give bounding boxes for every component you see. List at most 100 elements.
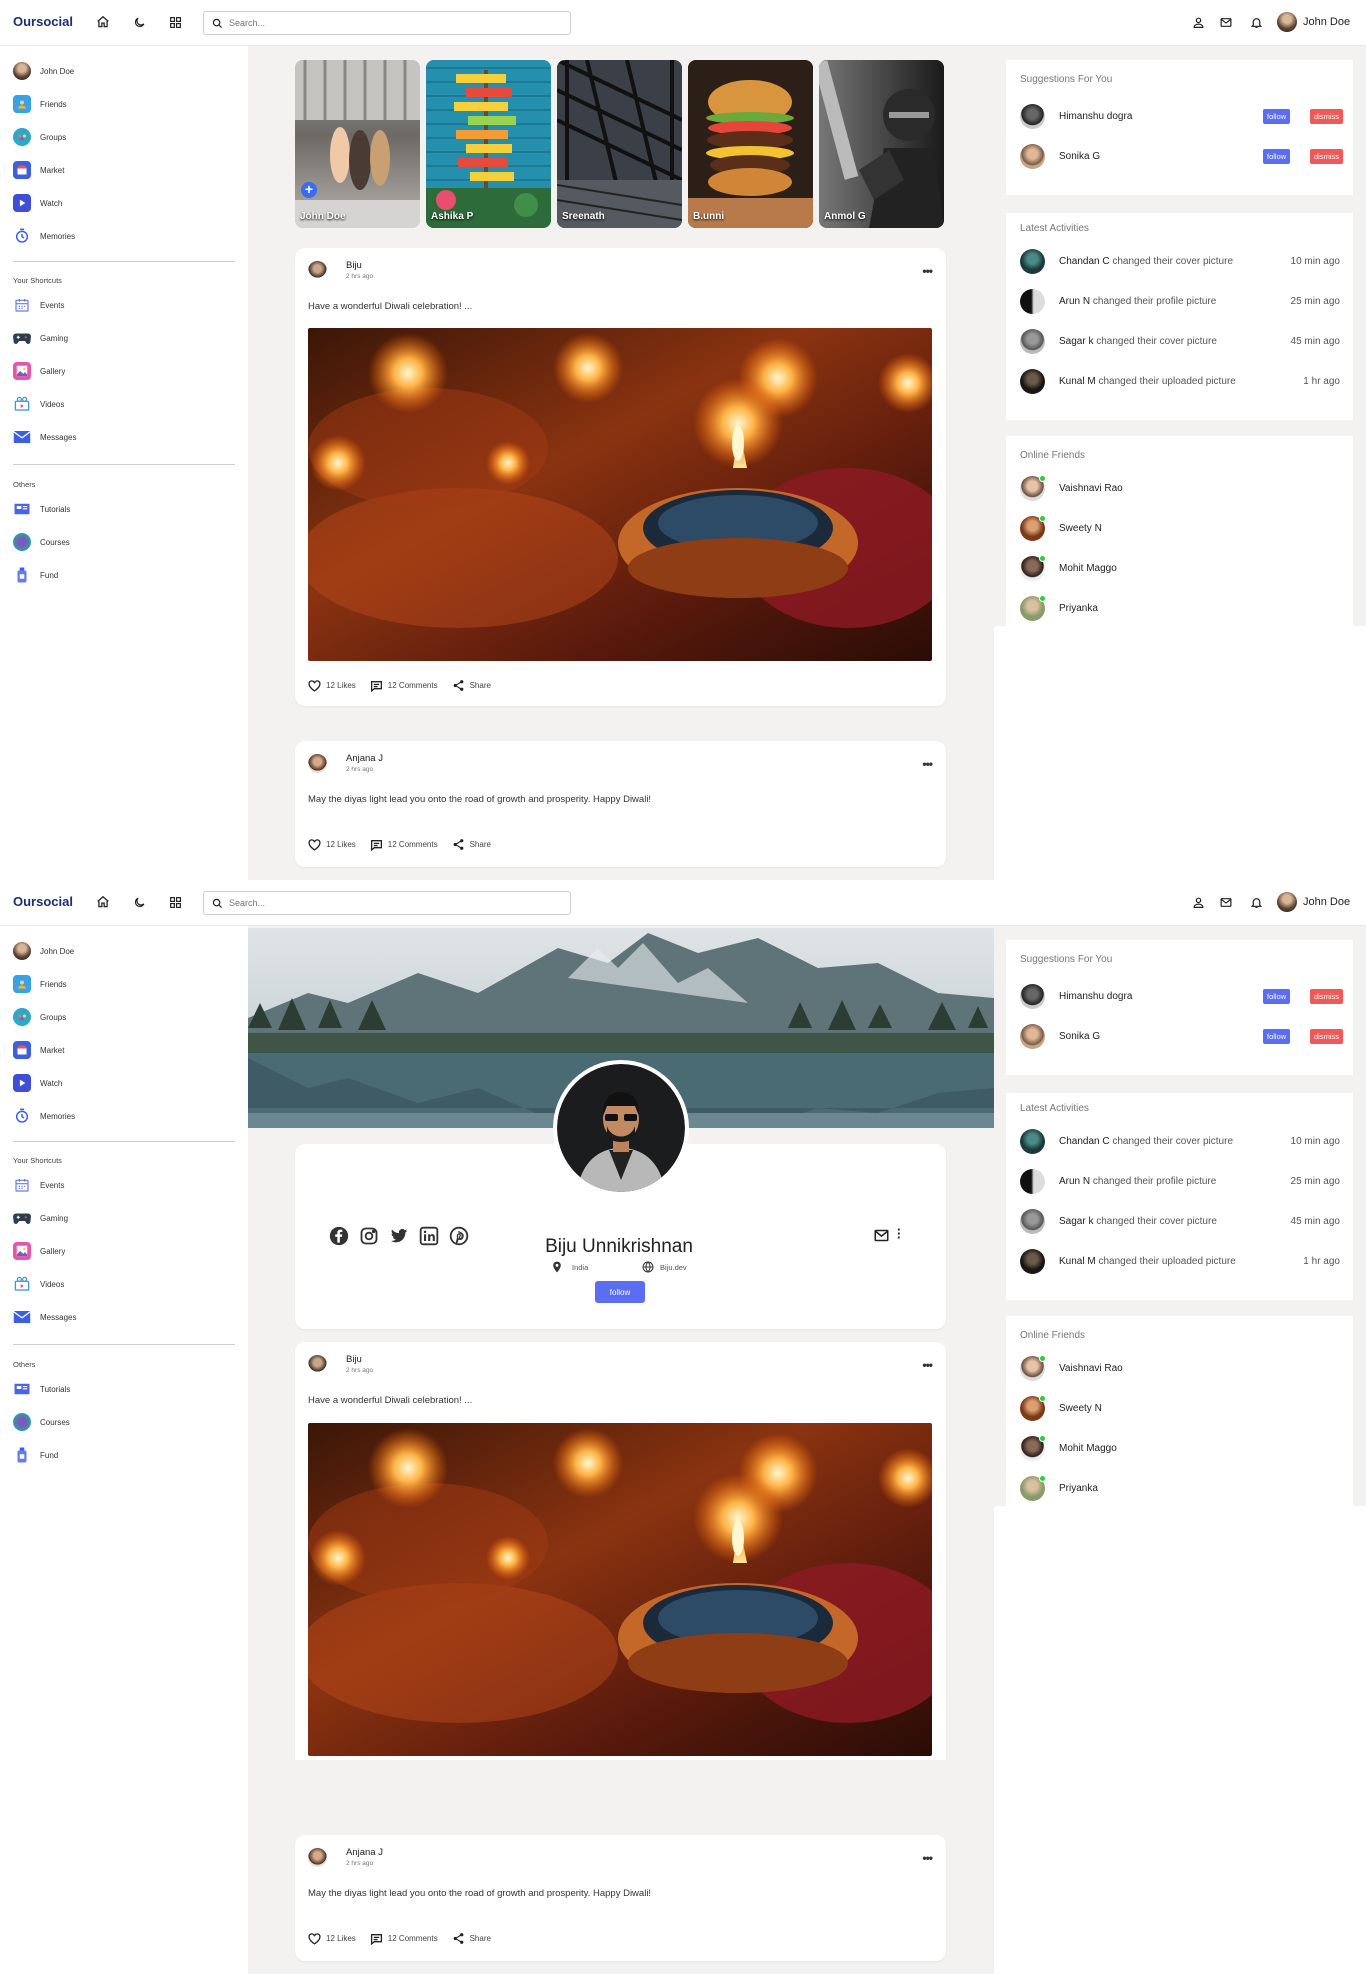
post-image[interactable] [308,1423,932,1756]
follow-button[interactable]: follow [1263,149,1291,164]
sidebar-item-gallery[interactable]: Gallery [13,362,65,380]
post-author[interactable]: Biju [346,260,373,271]
dark-mode-moon-icon[interactable] [130,893,148,911]
more-options-icon[interactable]: ••• [922,1358,933,1372]
online-friend-row[interactable]: Vaishnavi Rao [1020,475,1340,501]
author-avatar[interactable] [308,260,327,280]
apps-grid-icon[interactable] [166,13,184,31]
search-input[interactable] [229,898,549,908]
like-button[interactable]: 12 Likes [308,1932,356,1945]
online-friend-row[interactable]: Sweety N [1020,515,1340,541]
more-options-icon[interactable]: ••• [922,1851,933,1865]
like-button[interactable]: 12 Likes [308,679,356,692]
share-button[interactable]: Share [452,679,491,692]
follow-button[interactable]: follow [1263,109,1291,124]
comment-button[interactable]: 12 Comments [370,839,438,851]
sidebar-item-memories[interactable]: Memories [13,227,75,245]
activity-name[interactable]: Arun N [1059,296,1090,307]
sidebar-item-friends[interactable]: Friends [13,975,67,993]
author-avatar[interactable] [308,753,327,773]
dark-mode-moon-icon[interactable] [130,13,148,31]
online-friend-row[interactable]: Sweety N [1020,1395,1340,1421]
home-icon[interactable] [94,893,112,911]
profile-person-icon[interactable] [1189,13,1207,31]
activity-name[interactable]: Sagar k [1059,1216,1093,1227]
follow-button[interactable]: follow [1263,1029,1291,1044]
story-card[interactable]: Sreenath [557,60,682,228]
story-card[interactable]: B.unni [688,60,813,228]
sidebar-item-tutorials[interactable]: Tutorials [13,1380,70,1398]
online-friend-row[interactable]: Priyanka [1020,1475,1340,1501]
dismiss-button[interactable]: dismiss [1310,149,1344,164]
sidebar-item-memories[interactable]: Memories [13,1107,75,1125]
sidebar-item-gaming[interactable]: Gaming [13,329,68,347]
pinterest-icon[interactable] [449,1226,469,1246]
activity-name[interactable]: Sagar k [1059,336,1093,347]
search-input[interactable] [229,18,549,28]
person-avatar[interactable] [1020,369,1045,394]
more-options-icon[interactable]: ••• [922,264,933,278]
person-avatar[interactable] [1020,104,1045,129]
profile-website[interactable]: Biju.dev [642,1261,687,1273]
facebook-icon[interactable] [329,1226,349,1246]
post-author[interactable]: Biju [346,1354,373,1365]
sidebar-item-profile[interactable]: John Doe [13,62,74,80]
profile-follow-button[interactable]: follow [595,1281,645,1303]
sidebar-item-messages[interactable]: Messages [13,1308,76,1326]
post-image[interactable] [308,328,932,661]
person-name[interactable]: Sonika G [1059,151,1100,162]
sidebar-item-watch[interactable]: Watch [13,194,62,212]
online-friend-row[interactable]: Mohit Maggo [1020,555,1340,581]
sidebar-item-videos[interactable]: Videos [13,395,64,413]
activity-name[interactable]: Arun N [1059,1176,1090,1187]
person-avatar[interactable] [1020,329,1045,354]
comment-button[interactable]: 12 Comments [370,1933,438,1945]
mail-icon[interactable] [1217,13,1235,31]
apps-grid-icon[interactable] [166,893,184,911]
activity-name[interactable]: Kunal M [1059,1256,1096,1267]
dismiss-button[interactable]: dismiss [1310,1029,1344,1044]
dismiss-button[interactable]: dismiss [1310,109,1344,124]
profile-avatar[interactable] [553,1060,689,1196]
person-avatar[interactable] [1020,1024,1045,1049]
activity-name[interactable]: Kunal M [1059,376,1096,387]
sidebar-item-market[interactable]: Market [13,161,64,179]
sidebar-item-courses[interactable]: Courses [13,1413,70,1431]
sidebar-item-videos[interactable]: Videos [13,1275,64,1293]
activity-name[interactable]: Chandan C [1059,1136,1110,1147]
notification-bell-icon[interactable] [1247,893,1265,911]
person-avatar[interactable] [1020,144,1045,169]
share-button[interactable]: Share [452,838,491,851]
follow-button[interactable]: follow [1263,989,1291,1004]
person-avatar[interactable] [1020,289,1045,314]
online-friend-row[interactable]: Priyanka [1020,595,1340,621]
author-avatar[interactable] [308,1847,327,1867]
user-menu[interactable]: John Doe [1277,892,1350,912]
more-options-icon[interactable]: ••• [922,757,933,771]
person-avatar[interactable] [1020,984,1045,1009]
dismiss-button[interactable]: dismiss [1310,989,1344,1004]
person-avatar[interactable] [1020,1249,1045,1274]
person-avatar[interactable] [1020,249,1045,274]
app-logo[interactable]: Oursocial [13,894,73,909]
person-avatar[interactable] [1020,1169,1045,1194]
activity-name[interactable]: Chandan C [1059,256,1110,267]
home-icon[interactable] [94,13,112,31]
sidebar-item-fund[interactable]: Fund [13,566,58,584]
notification-bell-icon[interactable] [1247,13,1265,31]
author-avatar[interactable] [308,1354,327,1374]
sidebar-item-fund[interactable]: Fund [13,1446,58,1464]
app-logo[interactable]: Oursocial [13,14,73,29]
linkedin-icon[interactable] [419,1226,439,1246]
like-button[interactable]: 12 Likes [308,838,356,851]
profile-more-vertical-icon[interactable]: · · · [897,1223,901,1244]
comment-button[interactable]: 12 Comments [370,680,438,692]
instagram-icon[interactable] [359,1226,379,1246]
sidebar-item-gallery[interactable]: Gallery [13,1242,65,1260]
user-menu[interactable]: John Doe [1277,12,1350,32]
person-name[interactable]: Himanshu dogra [1059,991,1132,1002]
sidebar-item-gaming[interactable]: Gaming [13,1209,68,1227]
message-mail-icon[interactable] [874,1229,889,1247]
story-card[interactable]: + John Doe [295,60,420,228]
add-story-plus-icon[interactable]: + [301,182,317,198]
